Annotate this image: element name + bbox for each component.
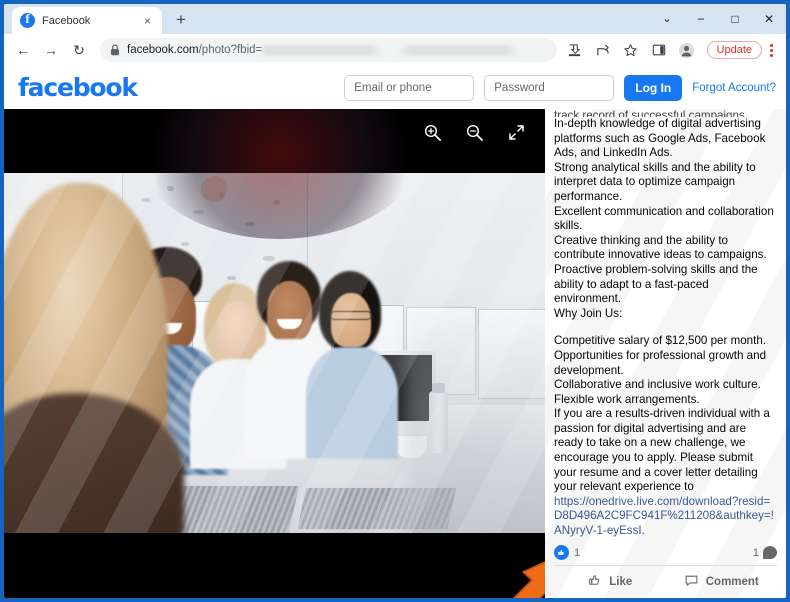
facebook-favicon-icon — [20, 13, 35, 28]
address-bar[interactable]: facebook.com/photo?fbid= — [100, 38, 557, 62]
email-or-phone-input[interactable] — [344, 75, 474, 101]
facebook-header: facebook Log In Forgot Account? — [4, 66, 786, 109]
eyeglasses-icon — [330, 311, 372, 320]
reload-button[interactable]: ↻ — [66, 37, 92, 63]
close-window-button[interactable]: ✕ — [752, 4, 786, 33]
post-paragraph: Competitive salary of $12,500 per month. — [554, 334, 776, 349]
post-paragraph: Opportunities for professional growth an… — [554, 349, 776, 378]
window-controls: ⌄ − □ ✕ — [650, 4, 786, 33]
profile-avatar-icon[interactable] — [674, 37, 700, 63]
person-torso — [306, 347, 398, 459]
comment-outline-icon — [684, 573, 699, 591]
side-panel-icon[interactable] — [646, 37, 672, 63]
post-paragraph-why-join: Why Join Us: — [554, 307, 776, 322]
forward-button[interactable]: → — [38, 37, 64, 63]
forgot-account-link[interactable]: Forgot Account? — [692, 82, 776, 94]
photo-pane — [4, 109, 545, 598]
post-action-bar: Like Comment — [554, 566, 777, 598]
annotation-arrow-icon — [501, 554, 545, 598]
url-path: /photo?fbid= — [199, 44, 263, 56]
url-domain: facebook.com — [127, 44, 199, 56]
comment-count: 1 — [753, 547, 759, 559]
expand-icon[interactable] — [505, 121, 527, 143]
photo-theatre: track record of successful campaigns. In… — [4, 109, 786, 598]
post-paragraph: Flexible work arrangements. — [554, 393, 776, 408]
new-tab-button[interactable]: + — [168, 7, 194, 33]
url-redacted-blur — [263, 45, 546, 56]
person-face — [216, 301, 258, 357]
like-label: Like — [609, 576, 632, 588]
maximize-button[interactable]: □ — [718, 4, 752, 33]
post-paragraph: Excellent communication and collaboratio… — [554, 205, 776, 234]
zoom-in-icon[interactable] — [421, 121, 443, 143]
back-button[interactable]: ← — [10, 37, 36, 63]
post-paragraph: Proactive problem-solving skills and the… — [554, 263, 776, 307]
photo-zoom-controls — [421, 121, 527, 143]
tab-search-chevron-icon[interactable]: ⌄ — [650, 4, 684, 33]
post-paragraph: Collaborative and inclusive work culture… — [554, 378, 776, 393]
zoom-out-icon[interactable] — [463, 121, 485, 143]
foreground-blur-right — [405, 273, 545, 533]
browser-toolbar: ← → ↻ facebook.com/photo?fbid= — [4, 34, 786, 66]
malicious-onedrive-link[interactable]: https://onedrive.live.com/download?resid… — [554, 495, 776, 539]
paragraph-spacer — [554, 321, 776, 334]
lock-icon — [110, 44, 120, 56]
browser-toolbar-actions: Update — [562, 37, 780, 63]
person-face — [267, 281, 312, 341]
post-clipped-line: track record of successful campaigns. — [554, 109, 776, 117]
person-face — [331, 293, 371, 347]
kebab-menu-icon[interactable] — [762, 37, 780, 63]
reaction-count: 1 — [574, 547, 580, 559]
post-paragraph: If you are a results-driven individual w… — [554, 407, 776, 495]
tab-title: Facebook — [42, 15, 141, 27]
facebook-logo[interactable]: facebook — [18, 73, 137, 102]
like-button[interactable]: Like — [554, 568, 666, 596]
log-in-button[interactable]: Log In — [624, 75, 682, 101]
page-viewport: facebook Log In Forgot Account? — [4, 66, 786, 598]
reaction-summary-bar: 1 1 — [554, 540, 777, 566]
desktop-window-frame: Facebook × + ⌄ − □ ✕ ← → ↻ — [0, 0, 790, 602]
login-form: Log In Forgot Account? — [344, 75, 776, 101]
thumbs-up-icon — [587, 573, 602, 591]
post-text-body: track record of successful campaigns. In… — [545, 109, 786, 540]
post-paragraph: In-depth knowledge of digital advertisin… — [554, 117, 776, 161]
update-button[interactable]: Update — [707, 41, 762, 59]
url-text: facebook.com/photo?fbid= — [127, 44, 262, 56]
comment-label: Comment — [706, 576, 759, 588]
post-paragraph: Strong analytical skills and the ability… — [554, 161, 776, 205]
minimize-button[interactable]: − — [684, 4, 718, 33]
post-details-pane: track record of successful campaigns. In… — [545, 109, 786, 598]
close-tab-icon[interactable]: × — [141, 13, 154, 29]
browser-tab-facebook[interactable]: Facebook × — [12, 7, 162, 34]
comment-count-group[interactable]: 1 — [753, 546, 777, 559]
install-icon[interactable] — [562, 37, 588, 63]
like-thumb-icon[interactable] — [554, 545, 569, 560]
share-icon[interactable] — [590, 37, 616, 63]
star-icon[interactable] — [618, 37, 644, 63]
browser-window: Facebook × + ⌄ − □ ✕ ← → ↻ — [4, 4, 786, 598]
comment-button[interactable]: Comment — [666, 568, 778, 596]
password-input[interactable] — [484, 75, 614, 101]
browser-tab-strip: Facebook × + ⌄ − □ ✕ — [4, 4, 786, 34]
post-paragraph: Creative thinking and the ability to con… — [554, 234, 776, 263]
post-photo[interactable] — [4, 173, 545, 533]
comment-bubble-icon — [763, 546, 777, 559]
